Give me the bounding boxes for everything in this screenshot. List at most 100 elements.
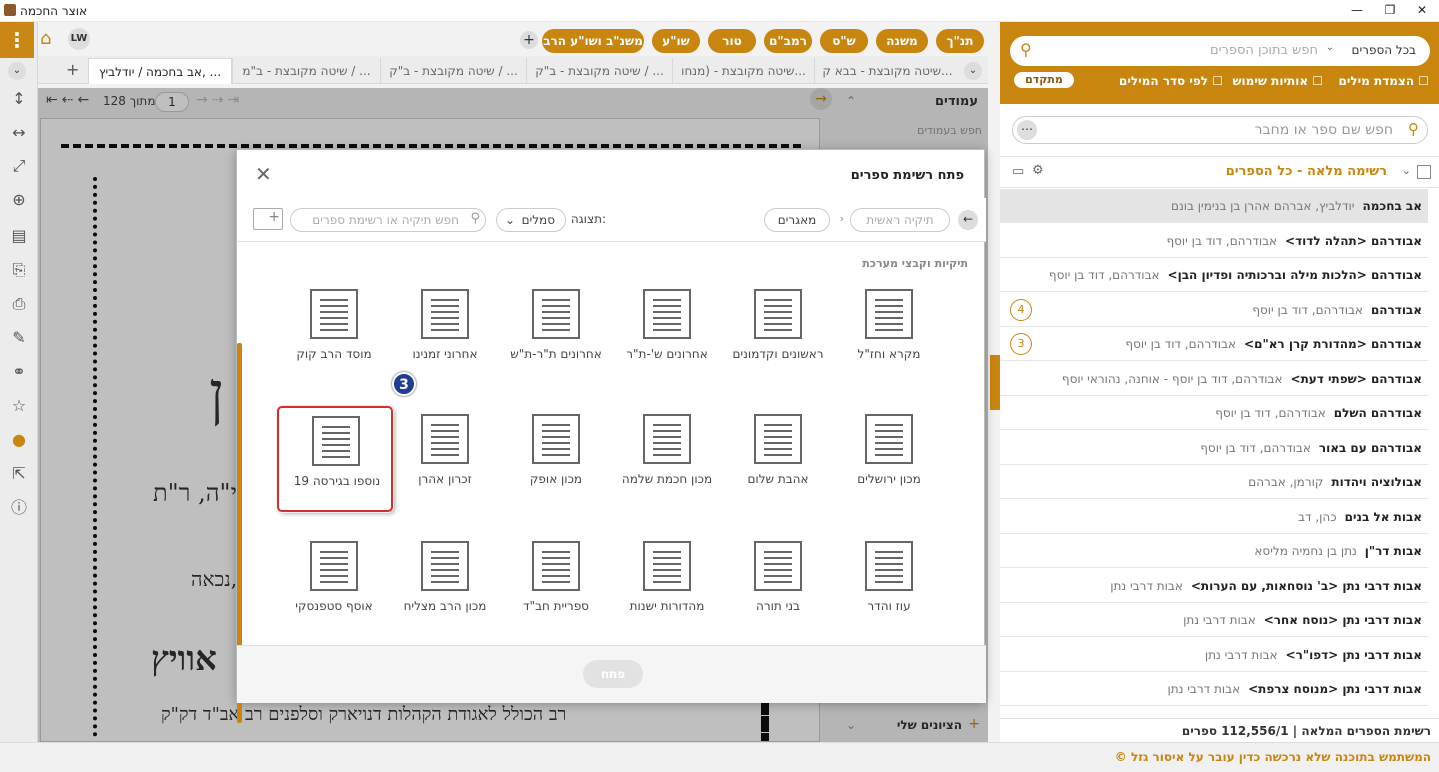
chevron-down-icon[interactable]: ⌄ bbox=[1326, 42, 1334, 53]
folder-tile[interactable]: אהבת שלום bbox=[723, 414, 833, 514]
close-icon[interactable]: ✕ bbox=[255, 162, 272, 186]
folder-search-input[interactable]: חפש תיקיה או רשימת ספרים bbox=[290, 208, 486, 232]
tab[interactable]: שיטה מקובצת - (מנחו... bbox=[672, 58, 814, 84]
export-icon[interactable]: ⎘ bbox=[7, 259, 31, 281]
book-list-row[interactable]: אבות דרבי נתן <ב' נוסחאות, עם הערות> אבות… bbox=[1000, 569, 1428, 603]
tabs-scroll-icon[interactable]: ⌄ bbox=[964, 62, 982, 80]
add-pill-icon[interactable]: + bbox=[520, 31, 538, 49]
book-view-icon[interactable]: ▤ bbox=[7, 225, 31, 247]
folder-tile[interactable]: מוסד הרב קוק bbox=[279, 289, 389, 389]
search-icon[interactable]: ⚲ bbox=[1020, 40, 1032, 59]
option-adjacent-words[interactable]: הצמדת מילים ☐ bbox=[1339, 74, 1430, 88]
new-folder-icon[interactable]: + bbox=[253, 208, 283, 230]
select-all-checkbox[interactable] bbox=[1417, 165, 1431, 179]
tab[interactable]: שיטה מקובצת - ב"ק / ... bbox=[526, 58, 672, 84]
new-tab-icon[interactable]: + bbox=[66, 60, 79, 79]
book-list-row[interactable]: אבות אל בנים כהן, דב bbox=[1000, 500, 1428, 534]
option-word-order[interactable]: לפי סדר המילים ☐ bbox=[1119, 74, 1223, 88]
folder-tile[interactable]: אוסף סטפנסקי bbox=[279, 541, 389, 641]
nav-pill-tanakh[interactable]: תנ"ך bbox=[936, 29, 984, 53]
edition-count-badge[interactable]: 4 bbox=[1010, 298, 1032, 321]
book-list-row[interactable]: אבודרהם השלם אבודרהם, דוד בן יוסף bbox=[1000, 396, 1428, 430]
book-list-row[interactable]: אבודרהם <הלכות מילה וברכותיה ופדיון הבן>… bbox=[1000, 258, 1428, 292]
nav-pill-mishna[interactable]: משנה bbox=[876, 29, 928, 53]
option-prefix-letters[interactable]: אותיות שימוש ☐ bbox=[1232, 74, 1323, 88]
share-icon[interactable]: ⇱ bbox=[7, 463, 31, 485]
more-options-icon[interactable]: ⋯ bbox=[1017, 120, 1037, 140]
book-list-row[interactable]: אבודרהם <מהדורת קרן רא"ם> אבודרהם, דוד בן… bbox=[1000, 327, 1428, 361]
user-avatar[interactable]: LW bbox=[68, 28, 90, 50]
book-list-row[interactable]: אבות דרבי נתן <דפו"ר> אבות דרבי נתן bbox=[1000, 638, 1428, 672]
folder-tile[interactable]: מכון אופק bbox=[501, 414, 611, 514]
close-window-button[interactable]: ✕ bbox=[1412, 3, 1432, 17]
info-icon[interactable]: ⓘ bbox=[7, 497, 31, 519]
minimize-button[interactable]: — bbox=[1347, 3, 1367, 17]
book-list-row[interactable]: אבות דרבי נתן <מנוסח צרפת> אבות דרבי נתן bbox=[1000, 672, 1428, 706]
folder-tile[interactable]: ראשונים וקדמונים bbox=[723, 289, 833, 389]
fit-width-icon[interactable]: ↔ bbox=[7, 122, 31, 144]
folder-tile[interactable]: נוספו בגירסה 19 bbox=[277, 406, 393, 512]
book-search-box[interactable]: חפש שם ספר או מחבר ⚲ ⋯ bbox=[1012, 116, 1428, 144]
book-list-row[interactable]: אבות דרבי נתן <נוסח אחר> אבות דרבי נתן bbox=[1000, 603, 1428, 637]
link-icon[interactable]: ⚭ bbox=[7, 361, 31, 383]
search-scope-select[interactable]: בכל הספרים bbox=[1352, 43, 1416, 57]
view-select[interactable]: סמלים ⌄ bbox=[496, 208, 566, 232]
folder-tile[interactable]: מכון הרב מצליח bbox=[390, 541, 500, 641]
chevron-down-icon[interactable]: ⌄ bbox=[1402, 164, 1411, 177]
folder-tile[interactable]: עוז והדר bbox=[834, 541, 944, 641]
location-pin-icon[interactable]: ● bbox=[7, 429, 31, 451]
folder-tile[interactable]: אחרונים ש'-ת"ר bbox=[612, 289, 722, 389]
nav-pill-tur[interactable]: טור bbox=[708, 29, 756, 53]
book-search-input[interactable]: חפש שם ספר או מחבר bbox=[1255, 122, 1393, 138]
book-author: אבות דרבי נתן bbox=[1167, 682, 1241, 696]
back-arrow-icon[interactable]: ← bbox=[958, 210, 978, 230]
tab[interactable]: שיטה מקובצת - בבא ק... bbox=[814, 58, 960, 84]
folder-tile[interactable]: בני תורה bbox=[723, 541, 833, 641]
folder-tile[interactable]: אחרונים ת"ר-ת"ש bbox=[501, 289, 611, 389]
nav-pill-mishna-brura[interactable]: משנ"ב ושו"ע הרב bbox=[542, 29, 644, 53]
nav-pill-shas[interactable]: ש"ס bbox=[820, 29, 868, 53]
book-list-row[interactable]: אב בחכמה יודלביץ, אברהם אהרן בן בנימין בו… bbox=[1000, 189, 1428, 223]
zoom-icon[interactable]: ⊕ bbox=[7, 189, 31, 211]
app-logo-icon bbox=[4, 4, 16, 16]
book-list-row[interactable]: אבודרהם עם באור אבודרהם, דוד בן יוסף bbox=[1000, 431, 1428, 465]
side-collapse-handle[interactable] bbox=[990, 355, 1000, 410]
content-search-input[interactable]: חפש בתוכן הספרים bbox=[1210, 43, 1318, 58]
menu-kebab-icon[interactable]: ⋮ bbox=[0, 22, 34, 58]
folder-icon[interactable]: ▭ bbox=[1012, 164, 1024, 179]
tab-active[interactable]: אב בחכמה / יודלביץ, ... bbox=[88, 58, 232, 84]
book-list-row[interactable]: אבודרהם <שפתי דעת> אבודרהם, דוד בן יוסף -… bbox=[1000, 362, 1428, 396]
fit-height-icon[interactable]: ↕ bbox=[7, 88, 31, 110]
open-button[interactable]: פתח bbox=[583, 660, 643, 688]
advanced-button[interactable]: מתקדם bbox=[1014, 72, 1074, 88]
book-list-row[interactable]: אבולוציה ויהדות קורמן, אברהם bbox=[1000, 465, 1428, 499]
maximize-button[interactable]: ❐ bbox=[1380, 3, 1400, 17]
folder-tile[interactable]: מכון חכמת שלמה bbox=[612, 414, 722, 514]
nav-pill-shulchan-aruch[interactable]: שו"ע bbox=[652, 29, 700, 53]
book-list-row[interactable]: אבות דר"ן נתן בן נחמיה מליסא bbox=[1000, 534, 1428, 568]
folder-tile[interactable]: מהדורות ישנות bbox=[612, 541, 722, 641]
print-icon[interactable]: ⎙ bbox=[7, 293, 31, 315]
search-icon[interactable]: ⚲ bbox=[1408, 120, 1419, 138]
home-icon[interactable]: ⌂ bbox=[40, 28, 62, 50]
fullscreen-icon[interactable]: ⤢ bbox=[7, 155, 31, 177]
breadcrumb-root[interactable]: תיקיה ראשית bbox=[850, 208, 950, 232]
book-list-row[interactable]: אבודרהם <תהלה לדוד> אבודרהם, דוד בן יוסף bbox=[1000, 224, 1428, 258]
folder-label: מכון אופק bbox=[529, 472, 583, 486]
tab[interactable]: שיטה מקובצת - ב"מ / ... bbox=[232, 58, 380, 84]
tab[interactable]: שיטה מקובצת - ב"ק / ... bbox=[380, 58, 526, 84]
gear-icon[interactable]: ⚙ bbox=[1032, 163, 1044, 178]
folder-tile[interactable]: מכון ירושלים bbox=[834, 414, 944, 514]
folder-tile[interactable]: זכרון אהרן bbox=[390, 414, 500, 514]
star-icon[interactable]: ☆ bbox=[7, 395, 31, 417]
edition-count-badge[interactable]: 3 bbox=[1010, 333, 1032, 355]
breadcrumb-current[interactable]: מאגרים bbox=[764, 208, 830, 232]
nav-pill-rambam[interactable]: רמב"ם bbox=[764, 29, 812, 53]
book-list-row[interactable]: אבודרהם אבודרהם, דוד בן יוסף 4 bbox=[1000, 293, 1428, 327]
list-title[interactable]: רשימה מלאה - כל הספרים bbox=[1226, 164, 1387, 179]
content-search-box[interactable]: בכל הספרים ⌄ חפש בתוכן הספרים ⚲ bbox=[1010, 36, 1430, 66]
edit-icon[interactable]: ✎ bbox=[7, 327, 31, 349]
folder-tile[interactable]: מקרא וחז"ל bbox=[834, 289, 944, 389]
tabs-menu-icon[interactable]: ⌄ bbox=[8, 62, 26, 80]
folder-tile[interactable]: ספריית חב"ד bbox=[501, 541, 611, 641]
